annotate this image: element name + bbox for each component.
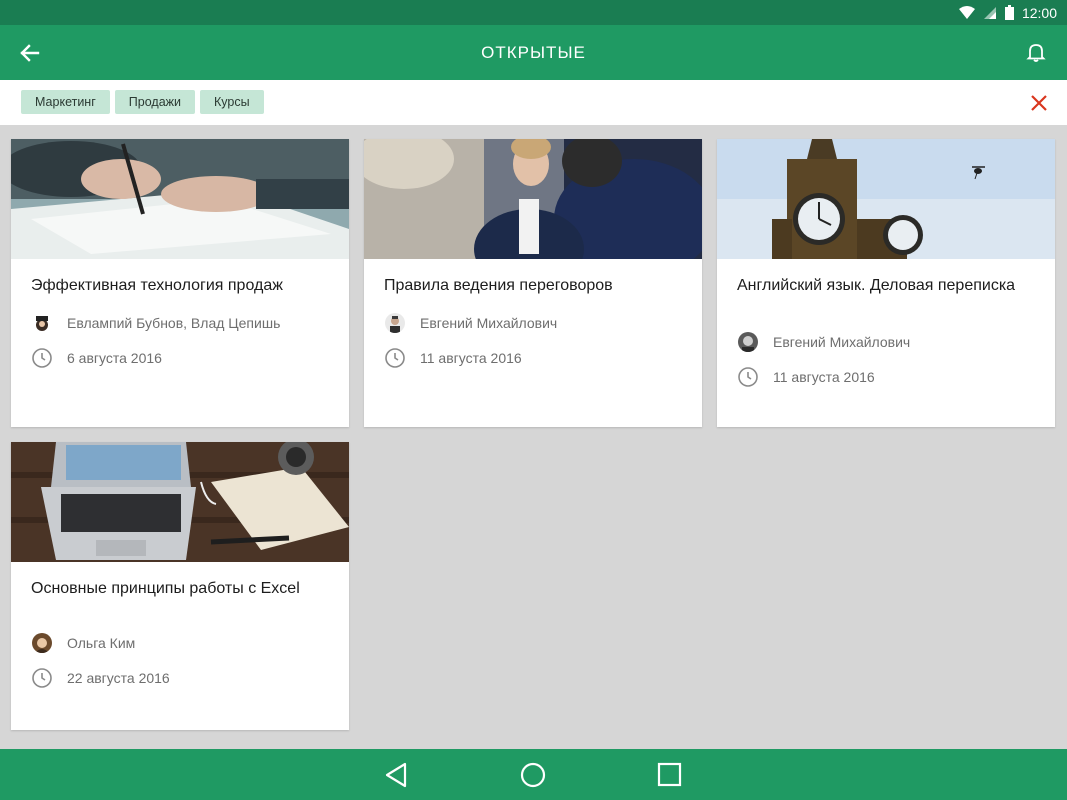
close-icon[interactable] — [1029, 93, 1049, 113]
course-authors: Евгений Михайлович — [384, 312, 557, 334]
authors-text: Евлампий Бубнов, Влад Цепишь — [67, 315, 281, 331]
course-date: 22 августа 2016 — [31, 667, 170, 689]
filter-chip-courses[interactable]: Курсы — [200, 90, 264, 114]
date-text: 11 августа 2016 — [420, 350, 522, 366]
avatar — [738, 332, 758, 352]
course-card[interactable]: Правила ведения переговоров Евгений Миха… — [364, 139, 702, 427]
clock-icon — [384, 347, 406, 369]
nav-home-icon[interactable] — [519, 761, 547, 789]
course-image — [717, 139, 1055, 259]
authors-text: Ольга Ким — [67, 635, 136, 651]
wifi-icon — [958, 5, 975, 20]
course-title: Основные принципы работы с Excel — [31, 580, 300, 597]
avatar — [32, 633, 52, 653]
app-bar: ОТКРЫТЫЕ — [0, 25, 1067, 80]
course-authors: Евгений Михайлович — [737, 331, 910, 353]
nav-recents-icon[interactable] — [656, 761, 684, 789]
filter-chip-sales[interactable]: Продажи — [114, 90, 195, 114]
clock-icon — [737, 366, 759, 388]
course-date: 6 августа 2016 — [31, 347, 162, 369]
bell-icon[interactable] — [1025, 41, 1047, 63]
course-card[interactable]: Эффективная технология продаж Евлампий Б… — [11, 139, 349, 427]
course-authors: Евлампий Бубнов, Влад Цепишь — [31, 312, 280, 334]
course-image — [364, 139, 702, 259]
avatar — [385, 313, 405, 333]
course-card[interactable]: Основные принципы работы с Excel Ольга К… — [11, 442, 349, 730]
course-card[interactable]: Английский язык. Деловая переписка Евген… — [717, 139, 1055, 427]
filter-chips: Маркетинг Продажи Курсы — [21, 90, 264, 114]
avatar — [32, 313, 52, 333]
filter-bar: Маркетинг Продажи Курсы — [0, 80, 1067, 125]
page-title: ОТКРЫТЫЕ — [481, 43, 586, 62]
authors-text: Евгений Михайлович — [773, 334, 911, 350]
course-title: Английский язык. Деловая переписка — [737, 277, 1016, 294]
course-date: 11 августа 2016 — [384, 347, 522, 369]
clock-icon — [31, 667, 53, 689]
course-title: Эффективная технология продаж — [31, 277, 283, 294]
system-nav-bar — [0, 749, 1067, 800]
authors-text: Евгений Михайлович — [420, 315, 558, 331]
filter-chip-marketing[interactable]: Маркетинг — [21, 90, 110, 114]
battery-icon — [1004, 5, 1014, 20]
course-authors: Ольга Ким — [31, 632, 135, 654]
nav-back-icon[interactable] — [383, 761, 411, 789]
course-date: 11 августа 2016 — [737, 366, 875, 388]
date-text: 6 августа 2016 — [67, 350, 162, 366]
date-text: 22 августа 2016 — [67, 670, 170, 686]
clock-icon — [31, 347, 53, 369]
course-image — [11, 442, 349, 562]
course-title: Правила ведения переговоров — [384, 277, 613, 294]
status-bar: 12:00 — [0, 0, 1067, 25]
date-text: 11 августа 2016 — [773, 369, 875, 385]
signal-icon — [983, 6, 997, 20]
course-image — [11, 139, 349, 259]
clock-text: 12:00 — [1021, 4, 1057, 21]
